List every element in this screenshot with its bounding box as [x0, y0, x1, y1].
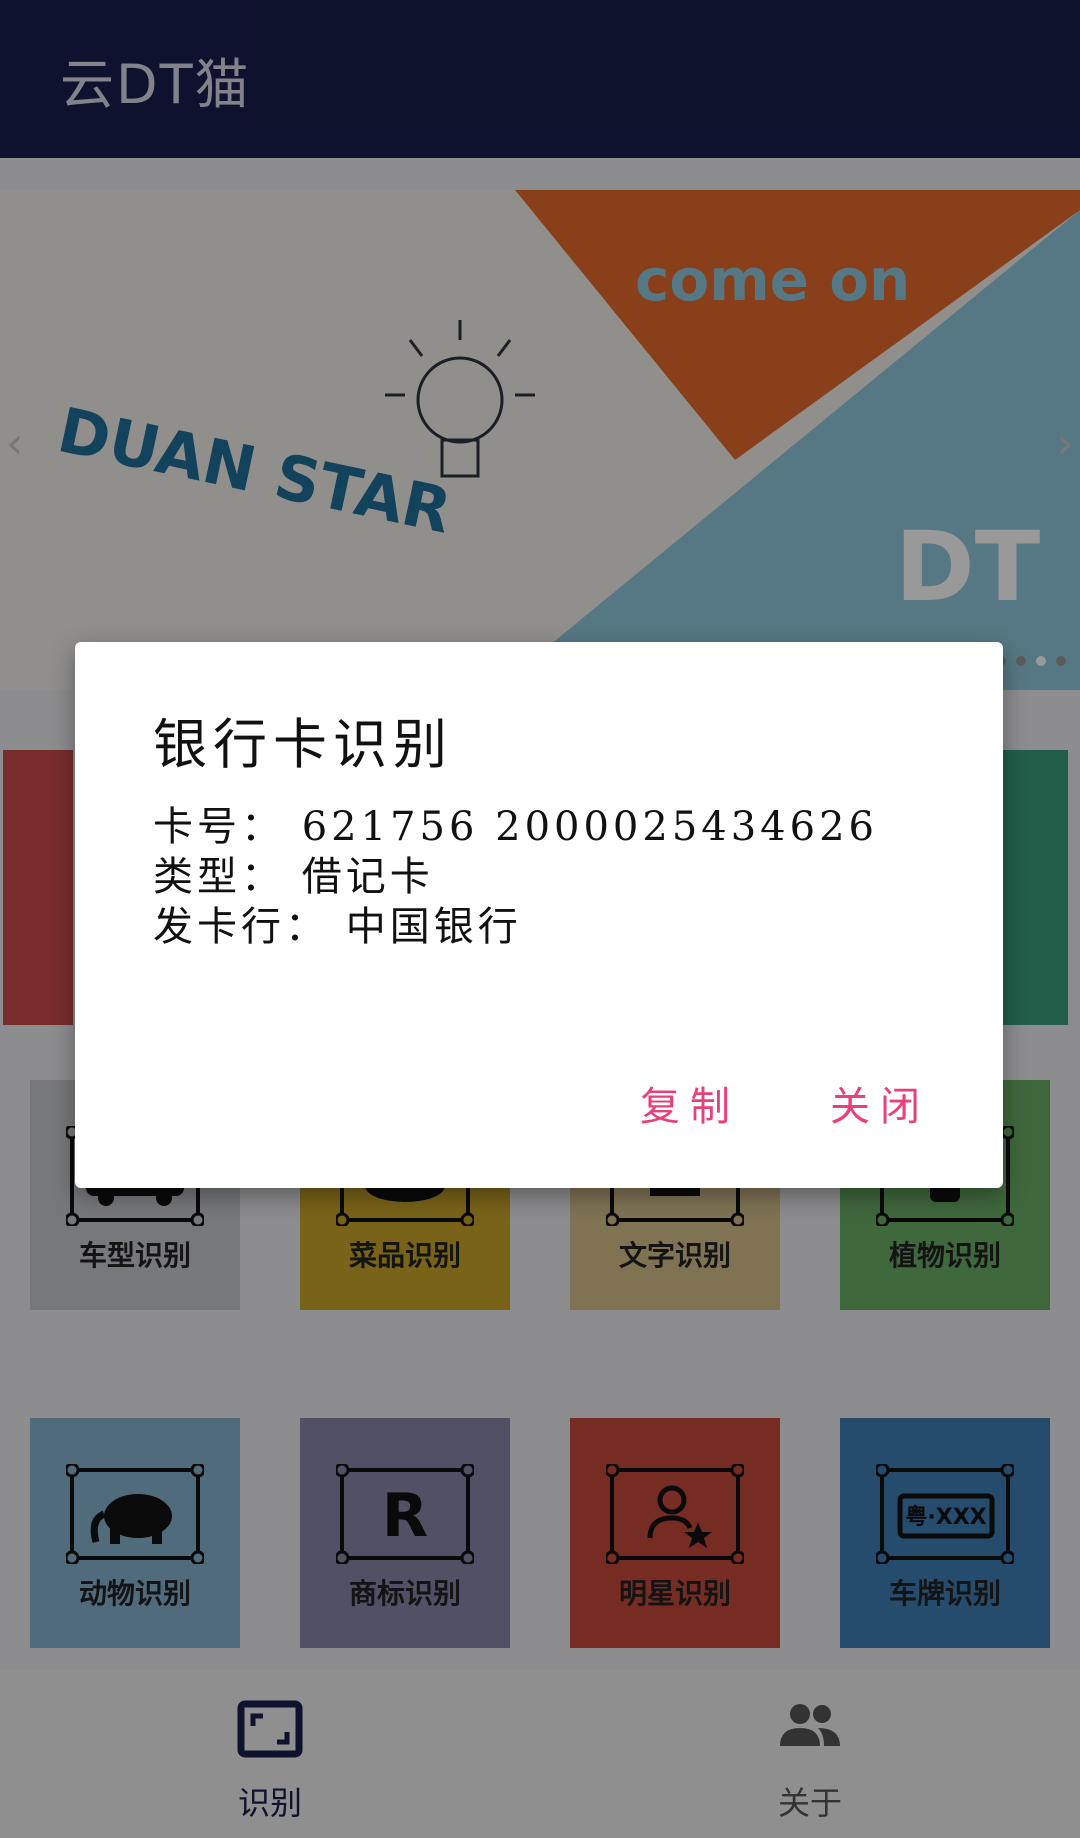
bank-card-result-dialog: 银行卡识别 卡号： 621756 2000025434626 类型： 借记卡 发… [75, 642, 1003, 1188]
issuer-row: 发卡行： 中国银行 [153, 902, 878, 952]
card-number-label: 卡号： [153, 804, 285, 850]
copy-button[interactable]: 复制 [640, 1074, 740, 1132]
dialog-title: 银行卡识别 [153, 713, 453, 776]
card-type-row: 类型： 借记卡 [153, 852, 878, 902]
card-number-value: 621756 2000025434626 [301, 804, 878, 850]
card-type-value: 借记卡 [301, 854, 434, 900]
card-type-label: 类型： [153, 854, 285, 900]
issuer-value: 中国银行 [345, 904, 522, 950]
issuer-label: 发卡行： [153, 904, 329, 950]
card-number-row: 卡号： 621756 2000025434626 [153, 802, 878, 852]
dialog-body: 卡号： 621756 2000025434626 类型： 借记卡 发卡行： 中国… [153, 802, 878, 952]
close-button[interactable]: 关闭 [830, 1074, 930, 1132]
